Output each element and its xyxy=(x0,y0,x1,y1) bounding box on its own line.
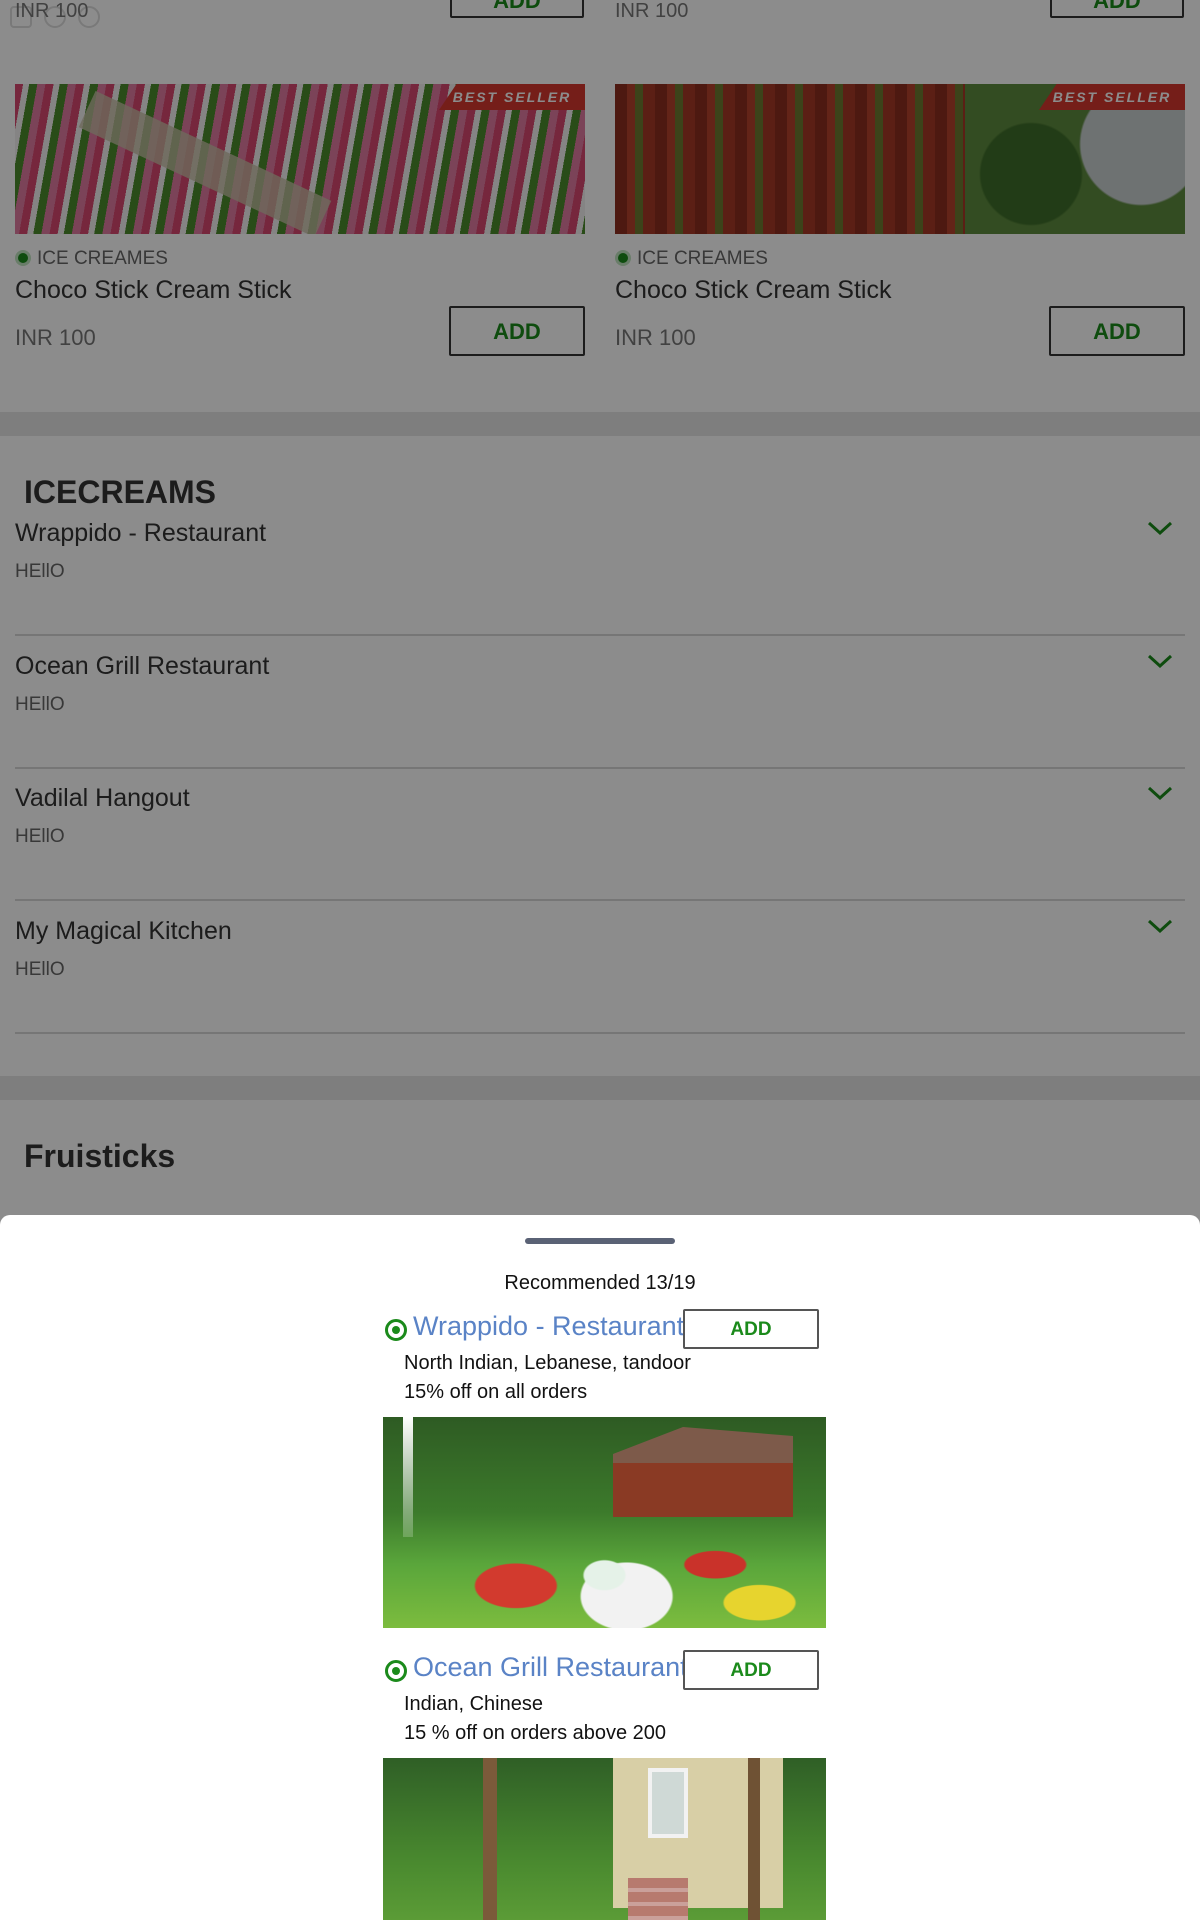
sheet-drag-handle[interactable] xyxy=(525,1238,675,1244)
radio-selected-icon[interactable] xyxy=(385,1660,407,1682)
recommended-restaurant[interactable]: Wrappido - Restaurant ADD North Indian, … xyxy=(383,1307,828,1628)
restaurant-offer: 15% off on all orders xyxy=(404,1381,588,1403)
restaurant-name[interactable]: Wrappido - Restaurant xyxy=(413,1311,684,1342)
add-button[interactable]: ADD xyxy=(683,1650,819,1690)
restaurant-photo xyxy=(383,1417,826,1628)
add-button[interactable]: ADD xyxy=(683,1309,819,1349)
restaurant-photo xyxy=(383,1758,826,1920)
radio-selected-icon[interactable] xyxy=(385,1319,407,1341)
restaurant-name[interactable]: Ocean Grill Restaurant xyxy=(413,1652,688,1683)
sheet-title: Recommended 13/19 xyxy=(504,1272,696,1294)
restaurant-cuisine: North Indian, Lebanese, tandoor xyxy=(404,1352,691,1374)
restaurant-offer: 15 % off on orders above 200 xyxy=(404,1722,667,1744)
recommended-bottom-sheet[interactable]: Recommended 13/19 Wrappido - Restaurant … xyxy=(0,1215,1200,1920)
restaurant-cuisine: Indian, Chinese xyxy=(404,1693,543,1715)
recommended-restaurant[interactable]: Ocean Grill Restaurant ADD Indian, Chine… xyxy=(383,1648,828,1920)
